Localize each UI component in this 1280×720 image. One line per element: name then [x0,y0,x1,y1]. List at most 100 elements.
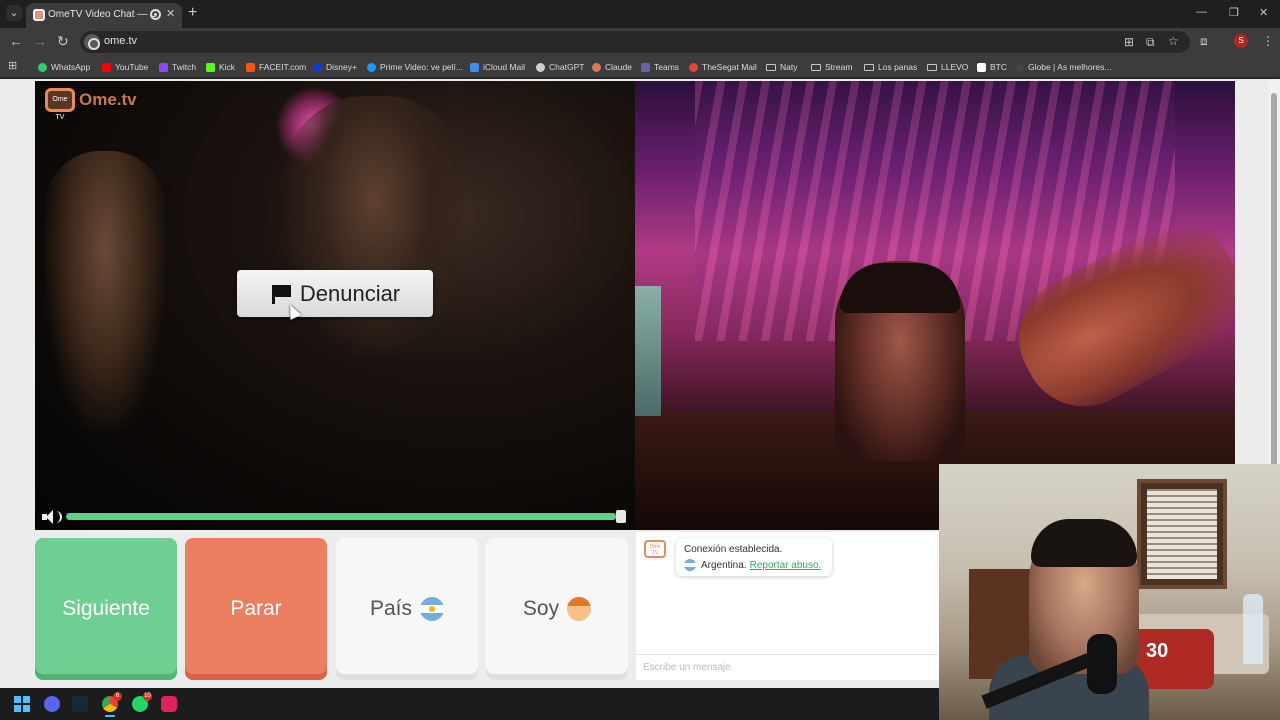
jersey-number: 30 [1146,640,1169,662]
twitch-icon [159,62,168,72]
active-tab[interactable]: OmeTV Video Chat — Omegle ✕ [26,3,182,28]
streamer-webcam-overlay: 30 [939,464,1280,720]
cast-icon[interactable]: ⧉ [1146,35,1155,50]
minimize-icon[interactable]: — [1196,6,1207,18]
bookmark-kick[interactable]: Kick [206,60,235,74]
tab-title: OmeTV Video Chat — Omegle [48,9,156,20]
globe-icon [1015,62,1024,72]
bookmark-thesegat-mail[interactable]: TheSegat Mail [689,60,757,74]
whatsapp-icon [38,62,47,72]
apps-grid-icon[interactable]: ⊞ [8,60,20,72]
microphone [1087,634,1117,694]
streaming-app-icon[interactable] [161,696,177,712]
bookmark-claude[interactable]: Claude [592,60,632,74]
gender-button-label: Soy [522,597,560,620]
bookmark-whatsapp[interactable]: WhatsApp [38,60,90,74]
bookmark-teams[interactable]: Teams [641,60,679,74]
chat-system-message: Conexión establecida. Argentina. Reporta… [676,538,832,576]
btc-icon [977,62,986,72]
self-person-hair [840,263,960,313]
back-icon[interactable]: ← [9,33,23,49]
restore-icon[interactable]: ❐ [1229,6,1239,19]
report-button[interactable]: Denunciar [237,270,433,317]
gender-button[interactable]: Soy [486,538,628,680]
next-button[interactable]: Siguiente [35,538,177,680]
url-text: ome.tv [104,35,138,47]
forward-icon[interactable]: → [33,33,47,49]
youtube-icon [102,62,111,72]
discord-icon[interactable] [44,696,60,712]
ometv-tv-icon: Ome TV [45,88,75,121]
bookmark-icloud-mail[interactable]: iCloud Mail [470,60,525,74]
google-icon [689,62,698,72]
partner-country-line: Argentina. Reportar abuso. [684,559,821,571]
report-button-label: Denunciar [299,280,401,306]
stop-button[interactable]: Parar [185,538,327,680]
chat-panel: Ome TV Conexión establecida. Argentina. … [636,532,940,680]
bookmark-disney[interactable]: Disney+ [313,60,357,74]
country-button-label: País [369,597,413,620]
steam-icon[interactable] [72,696,88,712]
folder-icon [927,63,937,71]
folder-icon [766,63,776,71]
menu-icon[interactable]: ⋮ [1262,34,1274,48]
argentina-flag-icon [420,597,445,621]
bookmark-folder-naty[interactable]: Naty [766,60,797,74]
report-abuse-link[interactable]: Reportar abuso. [750,560,822,571]
site-info-icon[interactable] [84,34,100,50]
volume-slider-fill [66,513,617,520]
chrome-icon[interactable]: 6 [102,692,122,717]
bookmark-btc[interactable]: BTC [977,60,1007,74]
country-button[interactable]: País [336,538,478,680]
argentina-flag-icon [684,559,696,571]
self-video [635,81,1235,530]
tab-search-icon[interactable]: ⌄ [6,5,22,21]
extensions-icon[interactable]: ⧈ [1200,34,1208,49]
address-bar[interactable]: ome.tv ⊞ ⧉ ☆ [80,31,1190,53]
prime-video-icon [367,62,376,72]
bookmark-faceit[interactable]: FACEIT.com [246,60,306,74]
recording-icon [150,9,161,20]
translate-icon[interactable]: ⊞ [1124,35,1134,49]
bookmark-prime-video[interactable]: Prime Video: ve pelí... [367,60,463,74]
close-window-icon[interactable]: ✕ [1259,6,1268,19]
bookmark-folder-stream[interactable]: Stream [811,60,852,74]
windows-start-icon[interactable] [14,696,30,712]
icloud-icon [470,62,479,72]
monitor [635,286,661,416]
ometv-logo-text: Ome.tv [79,90,137,109]
bookmark-globe[interactable]: Globe | As melhores... [1015,60,1111,74]
tab-favicon-icon [33,9,45,21]
bookmark-folder-llevo[interactable]: LLEVO [927,60,968,74]
bookmarks-bar: ⊞ WhatsApp YouTube Twitch Kick FACEIT.co… [0,56,1280,78]
new-tab-icon[interactable]: + [188,4,197,22]
chat-ometv-icon: Ome TV [644,540,666,558]
chrome-active-indicator [105,715,115,717]
flag-icon [270,284,292,304]
bookmark-chatgpt[interactable]: ChatGPT [536,60,584,74]
bookmark-folder-los-panas[interactable]: Los panas [864,60,917,74]
reload-icon[interactable]: ↻ [57,33,69,50]
volume-slider-handle[interactable] [616,510,626,523]
tab-close-icon[interactable]: ✕ [166,7,175,20]
taskbar: 6 10 [0,688,939,720]
partner-country: Argentina. [701,559,747,571]
next-button-label: Siguiente [62,597,150,620]
folder-icon [811,63,821,71]
profile-avatar[interactable]: S [1234,34,1248,48]
bookmark-star-icon[interactable]: ☆ [1168,34,1179,48]
volume-slider[interactable] [66,513,622,520]
chrome-badge: 6 [113,692,122,701]
whatsapp-badge: 10 [143,692,152,701]
ometv-logo: Ome TV Ome.tv [45,88,137,121]
stop-button-label: Parar [230,597,282,620]
bookmark-youtube[interactable]: YouTube [102,60,148,74]
partner-person-right [285,96,465,356]
teams-icon [641,62,650,72]
chat-message-input[interactable]: Escribe un mensaje [636,654,940,680]
browser-toolbar: ← → ↻ ome.tv ⊞ ⧉ ☆ ⧈ S ⋮ [0,28,1280,56]
bookmark-twitch[interactable]: Twitch [159,60,196,74]
boy-emoji-icon [567,597,592,621]
whatsapp-icon[interactable]: 10 [132,692,152,712]
connection-status: Conexión establecida. [684,544,783,555]
